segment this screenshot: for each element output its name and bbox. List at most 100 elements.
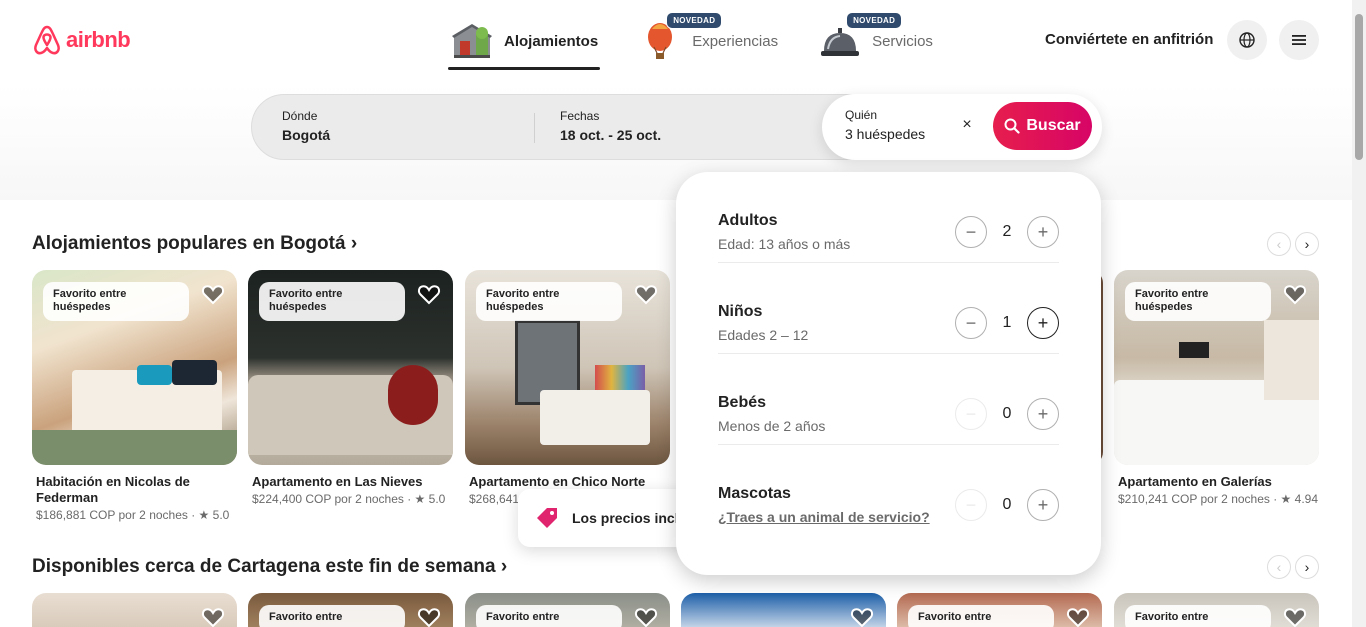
decrease-button[interactable]: − — [955, 307, 987, 339]
guest-count: 2 — [1002, 223, 1012, 240]
guest-desc: Edad: 13 años o más — [718, 236, 851, 252]
listing-photo[interactable]: Favorito entre huéspedes — [1114, 270, 1319, 465]
section-title-cartagena[interactable]: Disponibles cerca de Cartagena este fin … — [32, 556, 507, 578]
tab-label: Alojamientos — [504, 32, 599, 50]
guest-favorite-badge: Favorito entre huéspedes — [43, 282, 189, 321]
price-notice-toast[interactable]: Los precios inclu — [518, 489, 698, 547]
minus-icon: − — [965, 494, 977, 515]
tab-alojamientos[interactable]: Alojamientos — [448, 14, 601, 70]
logo-text: airbnb — [66, 27, 131, 52]
listing-card[interactable]: Favorito entre huéspedes Apartamento en … — [465, 270, 670, 506]
price-tag-icon — [537, 508, 557, 528]
guest-count: 0 — [1002, 405, 1012, 422]
listing-card[interactable]: Favorito entre huéspedes Apartamento en … — [1114, 270, 1319, 506]
scrollbar-thumb[interactable] — [1355, 14, 1363, 160]
decrease-button[interactable]: − — [955, 216, 987, 248]
menu-button[interactable] — [1279, 20, 1319, 60]
heart-icon[interactable] — [201, 605, 225, 627]
heart-icon[interactable] — [634, 605, 658, 627]
clear-guests-button[interactable]: × — [957, 116, 977, 134]
listing-photo[interactable] — [681, 593, 886, 627]
heart-icon[interactable] — [850, 605, 874, 627]
listing-photo[interactable]: Favorito entre — [248, 593, 453, 627]
listing-photo[interactable]: Favorito entre huéspedes — [248, 270, 453, 465]
where-value: Bogotá — [282, 127, 331, 143]
listing-photo[interactable]: Favorito entre huéspedes — [32, 270, 237, 465]
language-button[interactable] — [1227, 20, 1267, 60]
guest-favorite-badge: Favorito entre — [476, 605, 622, 627]
guest-label: Mascotas — [718, 485, 791, 502]
minus-icon: − — [965, 403, 977, 424]
minus-icon: − — [965, 221, 977, 242]
search-button[interactable]: Buscar — [993, 102, 1092, 150]
increase-button[interactable]: + — [1027, 216, 1059, 248]
carousel-prev-button[interactable]: ‹ — [1267, 555, 1291, 579]
heart-icon[interactable] — [634, 282, 658, 306]
listing-price: $224,400 COP por 2 noches · ★ 5.0 — [252, 492, 446, 506]
chevron-right-icon: › — [1304, 236, 1310, 252]
search-who[interactable]: Quién 3 huéspedes × Buscar — [822, 94, 1102, 160]
tab-label: Servicios — [872, 32, 933, 50]
plus-icon: + — [1037, 494, 1049, 515]
listing-photo[interactable]: Favorito entre — [897, 593, 1102, 627]
new-badge: NOVEDAD — [846, 12, 903, 29]
listing-photo[interactable]: Favorito entre — [465, 593, 670, 627]
heart-icon[interactable] — [1283, 605, 1307, 627]
listing-price: $210,241 COP por 2 noches · ★ 4.94 — [1118, 492, 1318, 506]
heart-icon[interactable] — [1283, 282, 1307, 306]
guest-label: Bebés — [718, 394, 767, 411]
guest-favorite-badge: Favorito entre huéspedes — [1125, 282, 1271, 321]
listing-card[interactable]: Favorito entre huéspedes Apartamento en … — [248, 270, 453, 506]
search-where[interactable]: Dónde Bogotá — [252, 95, 535, 159]
guest-favorite-badge: Favorito entre — [259, 605, 405, 627]
increase-button[interactable]: + — [1027, 307, 1059, 339]
listing-photo[interactable]: Favorito entre huéspedes — [465, 270, 670, 465]
tab-servicios[interactable]: Servicios NOVEDAD — [816, 12, 935, 68]
listing-title: Apartamento en Las Nieves — [252, 474, 423, 489]
carousel-next-button[interactable]: › — [1295, 555, 1319, 579]
hamburger-menu-icon — [1292, 35, 1306, 45]
heart-icon[interactable] — [201, 282, 225, 306]
adults-stepper: − 2 + — [955, 216, 1059, 248]
search-button-label: Buscar — [1026, 117, 1081, 134]
dates-label: Fechas — [560, 109, 600, 123]
service-animal-link[interactable]: ¿Traes a un animal de servicio? — [718, 509, 930, 525]
guest-count: 0 — [1002, 496, 1012, 513]
heart-icon[interactable] — [417, 282, 441, 306]
carousel-prev-button[interactable]: ‹ — [1267, 232, 1291, 256]
guest-row-children: Niños Edades 2 – 12 − 1 + — [718, 263, 1059, 354]
carousel-next-button[interactable]: › — [1295, 232, 1319, 256]
heart-icon[interactable] — [1066, 605, 1090, 627]
listing-title: Apartamento en Galerías — [1118, 474, 1272, 489]
increase-button[interactable]: + — [1027, 489, 1059, 521]
airbnb-logo[interactable]: airbnb — [32, 24, 131, 56]
plus-icon: + — [1037, 403, 1049, 424]
pets-stepper: − 0 + — [955, 489, 1059, 521]
guest-desc: Menos de 2 años — [718, 418, 826, 434]
chevron-right-icon: › — [1304, 559, 1310, 575]
guest-count: 1 — [1002, 314, 1012, 331]
guest-favorite-badge: Favorito entre huéspedes — [259, 282, 405, 321]
guest-favorite-badge: Favorito entre huéspedes — [476, 282, 622, 321]
new-badge: NOVEDAD — [666, 12, 723, 29]
decrease-button[interactable]: − — [955, 398, 987, 430]
increase-button[interactable]: + — [1027, 398, 1059, 430]
search-dates[interactable]: Fechas 18 oct. - 25 oct. — [530, 95, 820, 159]
tab-experiencias[interactable]: Experiencias NOVEDAD — [636, 12, 780, 68]
chevron-left-icon: ‹ — [1276, 236, 1282, 252]
become-host-link[interactable]: Conviértete en anfitrión — [1045, 31, 1213, 48]
listing-photo[interactable]: Favorito entre — [1114, 593, 1319, 627]
search-bar: Dónde Bogotá Fechas 18 oct. - 25 oct. Qu… — [251, 94, 1102, 160]
decrease-button[interactable]: − — [955, 489, 987, 521]
search-icon — [1004, 118, 1020, 134]
heart-icon[interactable] — [417, 605, 441, 627]
listing-card[interactable]: Favorito entre huéspedes Habitación en N… — [32, 270, 237, 522]
plus-icon: + — [1037, 221, 1049, 242]
globe-icon — [1239, 32, 1255, 48]
guest-row-adults: Adultos Edad: 13 años o más − 2 + — [718, 172, 1059, 263]
page-scrollbar[interactable] — [1352, 0, 1366, 627]
guest-label: Adultos — [718, 212, 778, 229]
section-title-popular[interactable]: Alojamientos populares en Bogotá › — [32, 233, 357, 255]
dates-value: 18 oct. - 25 oct. — [560, 127, 662, 143]
listing-photo[interactable] — [32, 593, 237, 627]
